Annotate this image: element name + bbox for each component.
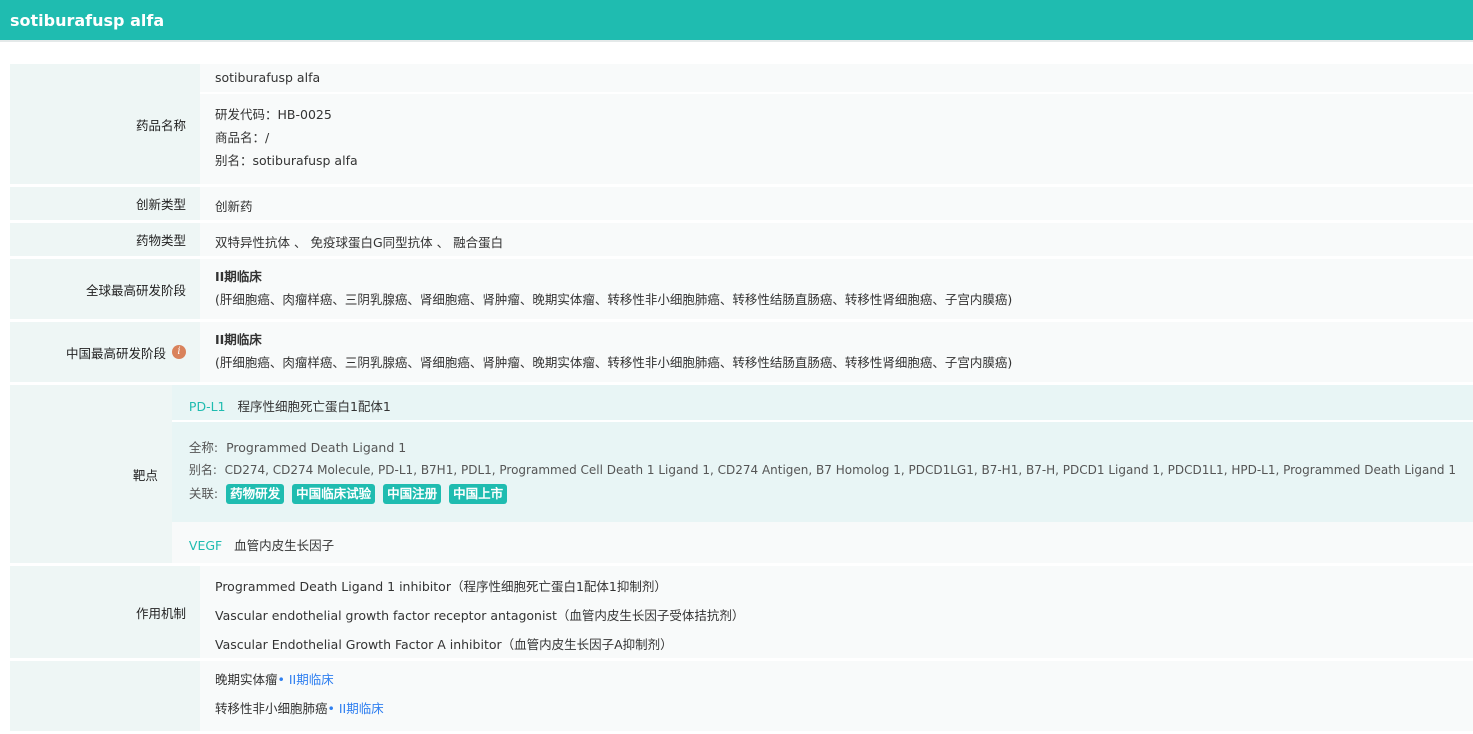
row-china-phase: 中国最高研发阶段 i II期临床 (肝细胞癌、肉瘤样癌、三阴乳腺癌、肾细胞癌、肾肿… (10, 322, 1473, 382)
related-label: 关联: (188, 486, 219, 501)
row-drug-type: 药物类型 双特异性抗体 、 免疫球蛋白G同型抗体 、 融合蛋白 (10, 223, 1473, 256)
drug-info-table: 药品名称 sotiburafusp alfa 研发代码：HB-0025 商品名：… (10, 64, 1473, 734)
indication-item: 晚期实体瘤• II期临床 (215, 665, 1458, 694)
drug-type-value: 双特异性抗体 、 免疫球蛋白G同型抗体 、 融合蛋白 (200, 223, 1473, 256)
target-name: 血管内皮生长因子 (234, 538, 335, 553)
global-indications: (肝细胞癌、肉瘤样癌、三阴乳腺癌、肾细胞癌、肾肿瘤、晚期实体瘤、转移性非小细胞肺… (215, 292, 1013, 307)
row-global-phase: 全球最高研发阶段 II期临床 (肝细胞癌、肉瘤样癌、三阴乳腺癌、肾细胞癌、肾肿瘤… (10, 259, 1473, 319)
china-phase: II期临床 (215, 332, 262, 347)
indication-phase[interactable]: • II期临床 (278, 672, 334, 687)
info-icon[interactable]: i (172, 345, 186, 359)
label-innovation: 创新类型 (10, 187, 200, 220)
drug-code: 研发代码：HB-0025 (215, 107, 332, 122)
indication-phase[interactable]: • II期临床 (328, 701, 384, 716)
global-phase: II期临床 (215, 269, 262, 284)
row-target: 靶点 PD-L1 程序性细胞死亡蛋白1配体1 全称: Programmed De… (10, 385, 1473, 563)
mechanism-item: Vascular Endothelial Growth Factor A inh… (215, 637, 673, 652)
tag-drug-rd[interactable]: 药物研发 (226, 484, 285, 504)
china-indications: (肝细胞癌、肉瘤样癌、三阴乳腺癌、肾细胞癌、肾肿瘤、晚期实体瘤、转移性非小细胞肺… (215, 355, 1013, 370)
label-global-phase: 全球最高研发阶段 (10, 259, 200, 319)
indication-name: 晚期实体瘤 (215, 672, 278, 687)
target-code-link[interactable]: VEGF (189, 538, 222, 553)
innovation-value: 创新药 (200, 187, 1473, 220)
target-name: 程序性细胞死亡蛋白1配体1 (237, 399, 391, 414)
target-pd-l1: PD-L1 程序性细胞死亡蛋白1配体1 (171, 385, 1473, 422)
indication-item: 转移性非小细胞肺癌• II期临床 (215, 694, 1458, 723)
alias-label: 别名: (188, 463, 217, 477)
row-innovation: 创新类型 创新药 (10, 187, 1473, 220)
target-code-link[interactable]: PD-L1 (189, 399, 226, 414)
mechanism-item: Vascular endothelial growth factor recep… (215, 608, 745, 623)
page-title: sotiburafusp alfa (0, 0, 1473, 42)
alias-name: 别名：sotiburafusp alfa (215, 153, 358, 168)
label-drug-type: 药物类型 (10, 223, 200, 256)
indication-name: 转移性非小细胞肺癌 (215, 701, 328, 716)
row-indications: 晚期实体瘤• II期临床 转移性非小细胞肺癌• II期临床 (10, 661, 1473, 731)
target-alias: CD274, CD274 Molecule, PD-L1, B7H1, PDL1… (224, 463, 1456, 477)
label-mechanism: 作用机制 (10, 566, 200, 658)
row-drug-name: 药品名称 sotiburafusp alfa 研发代码：HB-0025 商品名：… (10, 64, 1473, 184)
row-mechanism: 作用机制 Programmed Death Ligand 1 inhibitor… (10, 566, 1473, 658)
label-target: 靶点 (10, 385, 172, 563)
tag-china-trials[interactable]: 中国临床试验 (292, 484, 376, 504)
tag-china-market[interactable]: 中国上市 (449, 484, 508, 504)
drug-name-value: sotiburafusp alfa (200, 64, 1473, 94)
mechanism-item: Programmed Death Ligand 1 inhibitor（程序性细… (215, 579, 667, 594)
label-drug-name: 药品名称 (10, 64, 200, 184)
tag-china-registration[interactable]: 中国注册 (383, 484, 442, 504)
full-name-label: 全称: (188, 440, 219, 455)
trade-name: 商品名：/ (215, 130, 270, 145)
label-china-phase: 中国最高研发阶段 (65, 345, 166, 361)
full-name: Programmed Death Ligand 1 (226, 440, 407, 455)
target-detail: 全称: Programmed Death Ligand 1 别名: CD274,… (171, 422, 1473, 522)
target-vegf: VEGF 血管内皮生长因子 (172, 522, 1473, 563)
